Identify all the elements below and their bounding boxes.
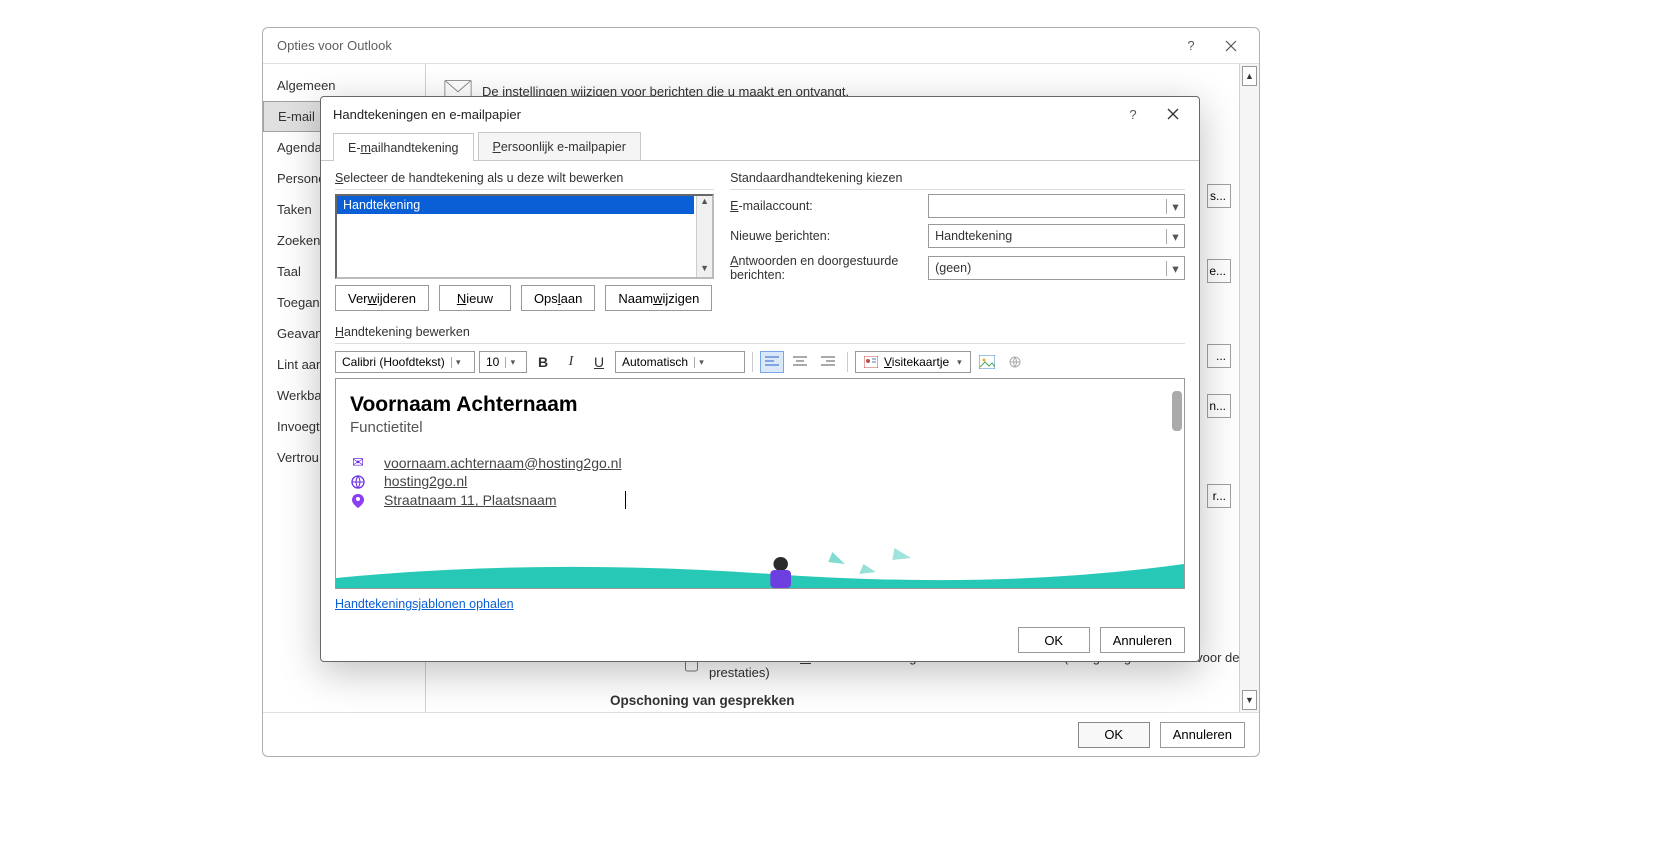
business-card-button[interactable]: Visitekaartje ▾ xyxy=(855,351,971,373)
business-card-icon xyxy=(864,356,878,368)
align-center-button[interactable] xyxy=(788,351,812,373)
font-color-combo[interactable]: Automatisch▾ xyxy=(615,351,745,373)
chevron-down-icon: ▾ xyxy=(1166,229,1184,244)
sig-titlebar: Handtekeningen en e-mailpapier ? xyxy=(321,97,1199,131)
underline-button[interactable]: U xyxy=(587,351,611,373)
font-size-combo[interactable]: 10▾ xyxy=(479,351,527,373)
sig-cancel-button[interactable]: Annuleren xyxy=(1100,627,1185,653)
options-close-button[interactable] xyxy=(1211,32,1251,60)
new-messages-label: Nieuwe berichten: xyxy=(730,229,928,243)
signatures-dialog: Handtekeningen en e-mailpapier ? E-mailh… xyxy=(320,96,1200,662)
font-combo[interactable]: Calibri (Hoofdtekst)▾ xyxy=(335,351,475,373)
align-right-button[interactable] xyxy=(816,351,840,373)
insert-hyperlink-button[interactable] xyxy=(1003,351,1027,373)
mail-icon: ✉ xyxy=(350,454,366,471)
email-account-label: E-mailaccount: xyxy=(730,199,928,213)
tab-personal-stationery[interactable]: Persoonlijk e-mailpapier xyxy=(478,132,641,160)
new-signature-button[interactable]: Nieuw xyxy=(439,285,511,311)
default-signature-title: Standaardhandtekening kiezen xyxy=(730,171,1185,190)
location-pin-icon xyxy=(350,492,366,509)
sig-email-link[interactable]: voornaam.achternaam@hosting2go.nl xyxy=(384,455,622,471)
signature-editor-toolbar: Calibri (Hoofdtekst)▾ 10▾ B I U Automati… xyxy=(335,348,1185,376)
align-left-button[interactable] xyxy=(760,351,784,373)
toolbar-separator xyxy=(847,352,848,372)
rename-signature-button[interactable]: Naam wijzigen xyxy=(605,285,712,311)
replies-combo[interactable]: (geen) ▾ xyxy=(928,256,1185,280)
signature-list-scrollbar[interactable]: ▲▼ xyxy=(696,196,712,277)
save-signature-button[interactable]: Opslaan xyxy=(521,285,595,311)
sig-help-button[interactable]: ? xyxy=(1113,100,1153,128)
select-signature-section: Selecteer de handtekening als u deze wil… xyxy=(335,171,714,311)
content-ellipsis-button[interactable]: s... xyxy=(1207,184,1231,208)
content-ellipsis-button[interactable]: ... xyxy=(1207,344,1231,368)
sig-close-button[interactable] xyxy=(1153,100,1193,128)
toolbar-separator xyxy=(752,352,753,372)
text-cursor xyxy=(625,491,626,509)
sig-name: Voornaam Achternaam xyxy=(350,393,1170,417)
content-ellipsis-button[interactable]: n... xyxy=(1207,394,1231,418)
email-account-combo[interactable]: ▾ xyxy=(928,194,1185,218)
signature-editor[interactable]: Voornaam Achternaam Functietitel ✉ voorn… xyxy=(335,378,1185,589)
editor-scroll-thumb[interactable] xyxy=(1172,391,1182,431)
sig-website-link[interactable]: hosting2go.nl xyxy=(384,473,467,489)
sig-job-title: Functietitel xyxy=(350,419,1170,436)
options-scrollbar[interactable]: ▲ ▼ xyxy=(1239,64,1259,712)
signature-list-item[interactable]: Handtekening xyxy=(337,196,694,214)
bold-button[interactable]: B xyxy=(531,351,555,373)
options-footer: OK Annuleren xyxy=(263,712,1259,756)
sig-address-link[interactable]: Straatnaam 11, Plaatsnaam xyxy=(384,492,557,508)
content-ellipsis-button[interactable]: e... xyxy=(1207,259,1231,283)
sig-title: Handtekeningen en e-mailpapier xyxy=(333,107,521,122)
options-help-button[interactable]: ? xyxy=(1171,32,1211,60)
edit-signature-title: Handtekening bewerken xyxy=(335,325,1185,344)
chevron-down-icon: ▾ xyxy=(1166,199,1184,214)
content-ellipsis-button[interactable]: r... xyxy=(1207,484,1231,508)
tab-email-signature[interactable]: E-mailhandtekening xyxy=(333,133,474,161)
cleanup-heading: Opschoning van gesprekken xyxy=(610,693,795,708)
options-cancel-button[interactable]: Annuleren xyxy=(1160,722,1245,748)
new-messages-combo[interactable]: Handtekening ▾ xyxy=(928,224,1185,248)
sig-footer: OK Annuleren xyxy=(321,619,1199,661)
replies-label: Antwoorden en doorgestuurde berichten: xyxy=(730,254,928,282)
sig-ok-button[interactable]: OK xyxy=(1018,627,1090,653)
options-title: Opties voor Outlook xyxy=(277,38,392,53)
options-titlebar: Opties voor Outlook ? xyxy=(263,28,1259,64)
delete-signature-button[interactable]: Verwijderen xyxy=(335,285,429,311)
chevron-down-icon: ▾ xyxy=(1166,261,1184,276)
default-signature-section: Standaardhandtekening kiezen E-mailaccou… xyxy=(730,171,1185,311)
get-signature-templates-link[interactable]: Handtekeningsjablonen ophalen xyxy=(335,597,1185,611)
select-signature-title: Selecteer de handtekening als u deze wil… xyxy=(335,171,714,190)
globe-icon xyxy=(350,473,366,489)
scroll-down-arrow[interactable]: ▼ xyxy=(1242,690,1257,710)
italic-button[interactable]: I xyxy=(559,351,583,373)
scroll-up-arrow[interactable]: ▲ xyxy=(1242,66,1257,86)
insert-picture-button[interactable] xyxy=(975,351,999,373)
options-ok-button[interactable]: OK xyxy=(1078,722,1150,748)
sig-tabs: E-mailhandtekening Persoonlijk e-mailpap… xyxy=(321,131,1199,161)
signature-list[interactable]: Handtekening ▲▼ xyxy=(335,194,714,279)
